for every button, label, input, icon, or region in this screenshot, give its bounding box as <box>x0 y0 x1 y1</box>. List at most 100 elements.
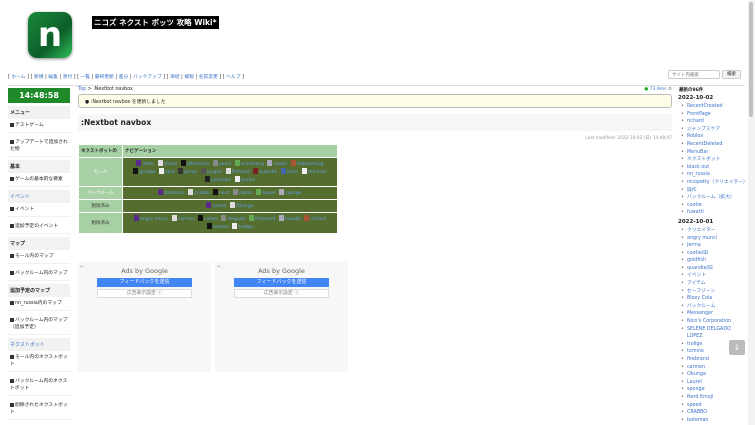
recent-item[interactable]: SELENE DELGADO LOPEZ <box>678 326 746 341</box>
recent-item[interactable]: 操作 <box>678 187 746 195</box>
recent-item[interactable]: セーフゾーン <box>678 288 746 296</box>
menu-item[interactable]: テストゲーム <box>8 119 70 133</box>
recent-item[interactable]: cootie <box>678 202 746 210</box>
nextbot-link[interactable]: bateman <box>158 189 185 196</box>
nav-link[interactable]: 凍結 <box>170 75 180 80</box>
recent-item[interactable]: RecentDeleted <box>678 141 746 149</box>
nextbot-link[interactable]: sanic <box>280 168 298 175</box>
nextbot-link[interactable]: yoshie <box>234 176 255 183</box>
recent-item[interactable]: bateman <box>678 417 746 425</box>
nextbot-link[interactable]: angry munci <box>134 215 169 222</box>
ad-settings-button[interactable]: 広告表示設定 ⓘ <box>97 289 192 298</box>
recent-item[interactable]: sponge <box>678 386 746 394</box>
recent-item[interactable]: ネクストボット <box>678 156 746 164</box>
recent-item[interactable]: jerma <box>678 242 746 250</box>
nav-link[interactable]: 添付 <box>63 75 73 80</box>
recent-item[interactable]: goldfish <box>678 257 746 265</box>
recent-item[interactable]: RecentCreated <box>678 103 746 111</box>
nav-link[interactable]: ヘルプ <box>226 75 240 80</box>
search-button[interactable]: 検索 <box>722 70 741 79</box>
nextbot-link[interactable]: nerd <box>213 189 229 196</box>
nextbot-link[interactable]: shano <box>157 160 177 167</box>
menu-item[interactable]: ゲームの基本的な要素 <box>8 173 70 187</box>
recent-item[interactable]: quandie/旧 <box>678 265 746 273</box>
nextbot-link[interactable]: quandie <box>253 168 277 175</box>
nextbot-link[interactable]: cootie <box>267 160 287 167</box>
recent-item[interactable]: nn_russia <box>678 171 746 179</box>
recent-item[interactable]: Messenger <box>678 310 746 318</box>
menu-item[interactable]: イベント <box>8 203 70 217</box>
menu-item[interactable]: バックルーム内のマップ（追加予定） <box>8 314 70 335</box>
navbox-row-label[interactable]: バックルーム <box>78 186 123 200</box>
menu-heading[interactable]: イベント <box>8 190 70 203</box>
recent-item[interactable]: Laurel <box>678 379 746 387</box>
site-logo[interactable]: n <box>28 12 72 58</box>
nextbot-link[interactable]: crabbo <box>188 189 210 196</box>
nextbot-link[interactable]: firebrand <box>248 215 275 222</box>
menu-item[interactable]: モール内のネクストボット <box>8 351 70 372</box>
recent-item[interactable]: nicopatty（クリエイター） <box>678 179 748 187</box>
nextbot-link[interactable]: aftermans <box>180 160 209 167</box>
nextbot-link[interactable]: tomino <box>207 223 229 230</box>
nextbot-link[interactable]: Pinhead <box>225 168 250 175</box>
gear-icon[interactable]: ⚙ <box>668 87 672 92</box>
recent-item[interactable]: CRABBO <box>678 409 746 417</box>
scrollbar-thumb[interactable] <box>749 2 753 117</box>
nextbot-link[interactable]: unknown <box>204 176 231 183</box>
recent-item[interactable]: クリエイター <box>678 227 746 235</box>
nextbot-link[interactable]: afton <box>136 160 154 167</box>
recent-item[interactable]: speed <box>678 402 746 410</box>
recent-item[interactable]: バックルーム <box>678 303 746 311</box>
recent-item[interactable]: Nerd Emoji <box>678 394 746 402</box>
nextbot-link[interactable]: thinman <box>301 168 327 175</box>
nextbot-link[interactable]: jerma <box>178 168 197 175</box>
nextbot-link[interactable]: speed <box>256 189 276 196</box>
nav-link[interactable]: 名前変更 <box>199 75 218 80</box>
nextbot-link[interactable]: roblox <box>232 189 253 196</box>
recent-item[interactable]: black out <box>678 164 746 172</box>
recent-item[interactable]: Roblox <box>678 133 746 141</box>
menu-item[interactable]: モール内のマップ <box>8 250 70 264</box>
nav-link[interactable]: 差分 <box>119 75 129 80</box>
recent-item[interactable]: richard <box>678 118 746 126</box>
site-title[interactable]: ニコズ ネクスト ボッツ 攻略 Wiki* <box>92 16 219 29</box>
nextbot-link[interactable]: idiot <box>158 168 175 175</box>
scrollbar[interactable] <box>748 0 755 425</box>
nav-link[interactable]: 最終更新 <box>95 75 114 80</box>
ad-settings-button[interactable]: 広告表示設定 ⓘ <box>234 289 329 298</box>
menu-item[interactable]: アップデートで追加された物 <box>8 136 70 157</box>
recent-item[interactable]: FrontPage <box>678 111 746 119</box>
menu-item[interactable]: nn_russia内のマップ <box>8 297 70 311</box>
navbox-row-label[interactable]: モール <box>78 157 123 187</box>
nextbot-link[interactable]: jungler <box>200 168 222 175</box>
nextbot-link[interactable]: fazbearmug <box>290 160 324 167</box>
nextbot-link[interactable]: sponge <box>279 189 302 196</box>
recent-item[interactable]: angry munci <box>678 235 746 243</box>
recent-item[interactable]: Bloxy Cola <box>678 295 746 303</box>
menu-item[interactable]: 削除されたネクストボット <box>8 399 70 420</box>
recent-item[interactable]: cootie/旧 <box>678 250 746 258</box>
nav-link[interactable]: 一覧 <box>80 75 90 80</box>
recent-item[interactable]: Obunga <box>678 371 746 379</box>
scroll-to-top-button[interactable]: ↓ <box>729 340 745 355</box>
recent-item[interactable]: carmen <box>678 364 746 372</box>
breadcrumb-top[interactable]: Top <box>78 87 86 92</box>
menu-item[interactable]: バックルーム内のネクストボット <box>8 375 70 396</box>
recent-item[interactable]: Nico's Corporation <box>678 318 746 326</box>
nextbot-link[interactable]: delgado <box>221 215 245 222</box>
nextbot-link[interactable]: carter <box>198 215 218 222</box>
feedback-button[interactable]: フィードバックを送信 <box>234 278 329 287</box>
nextbot-link[interactable]: trollge <box>232 223 253 230</box>
recent-item[interactable]: firebrand <box>678 356 746 364</box>
nextbot-link[interactable]: armstrong <box>234 160 264 167</box>
menu-item[interactable]: バックルーム内のマップ <box>8 267 70 281</box>
menu-item[interactable]: 追加予定のイベント <box>8 220 70 234</box>
nextbot-link[interactable]: fuwatti <box>278 215 300 222</box>
nextbot-link[interactable]: Obunga <box>229 202 254 209</box>
nextbot-link[interactable]: grudge <box>133 168 155 175</box>
feedback-button[interactable]: フィードバックを送信 <box>97 278 192 287</box>
nav-link[interactable]: 複製 <box>184 75 194 80</box>
menu-heading[interactable]: ネクストボット <box>8 338 70 351</box>
nextbot-link[interactable]: carmen <box>171 215 195 222</box>
nav-link[interactable]: 編集 <box>48 75 58 80</box>
